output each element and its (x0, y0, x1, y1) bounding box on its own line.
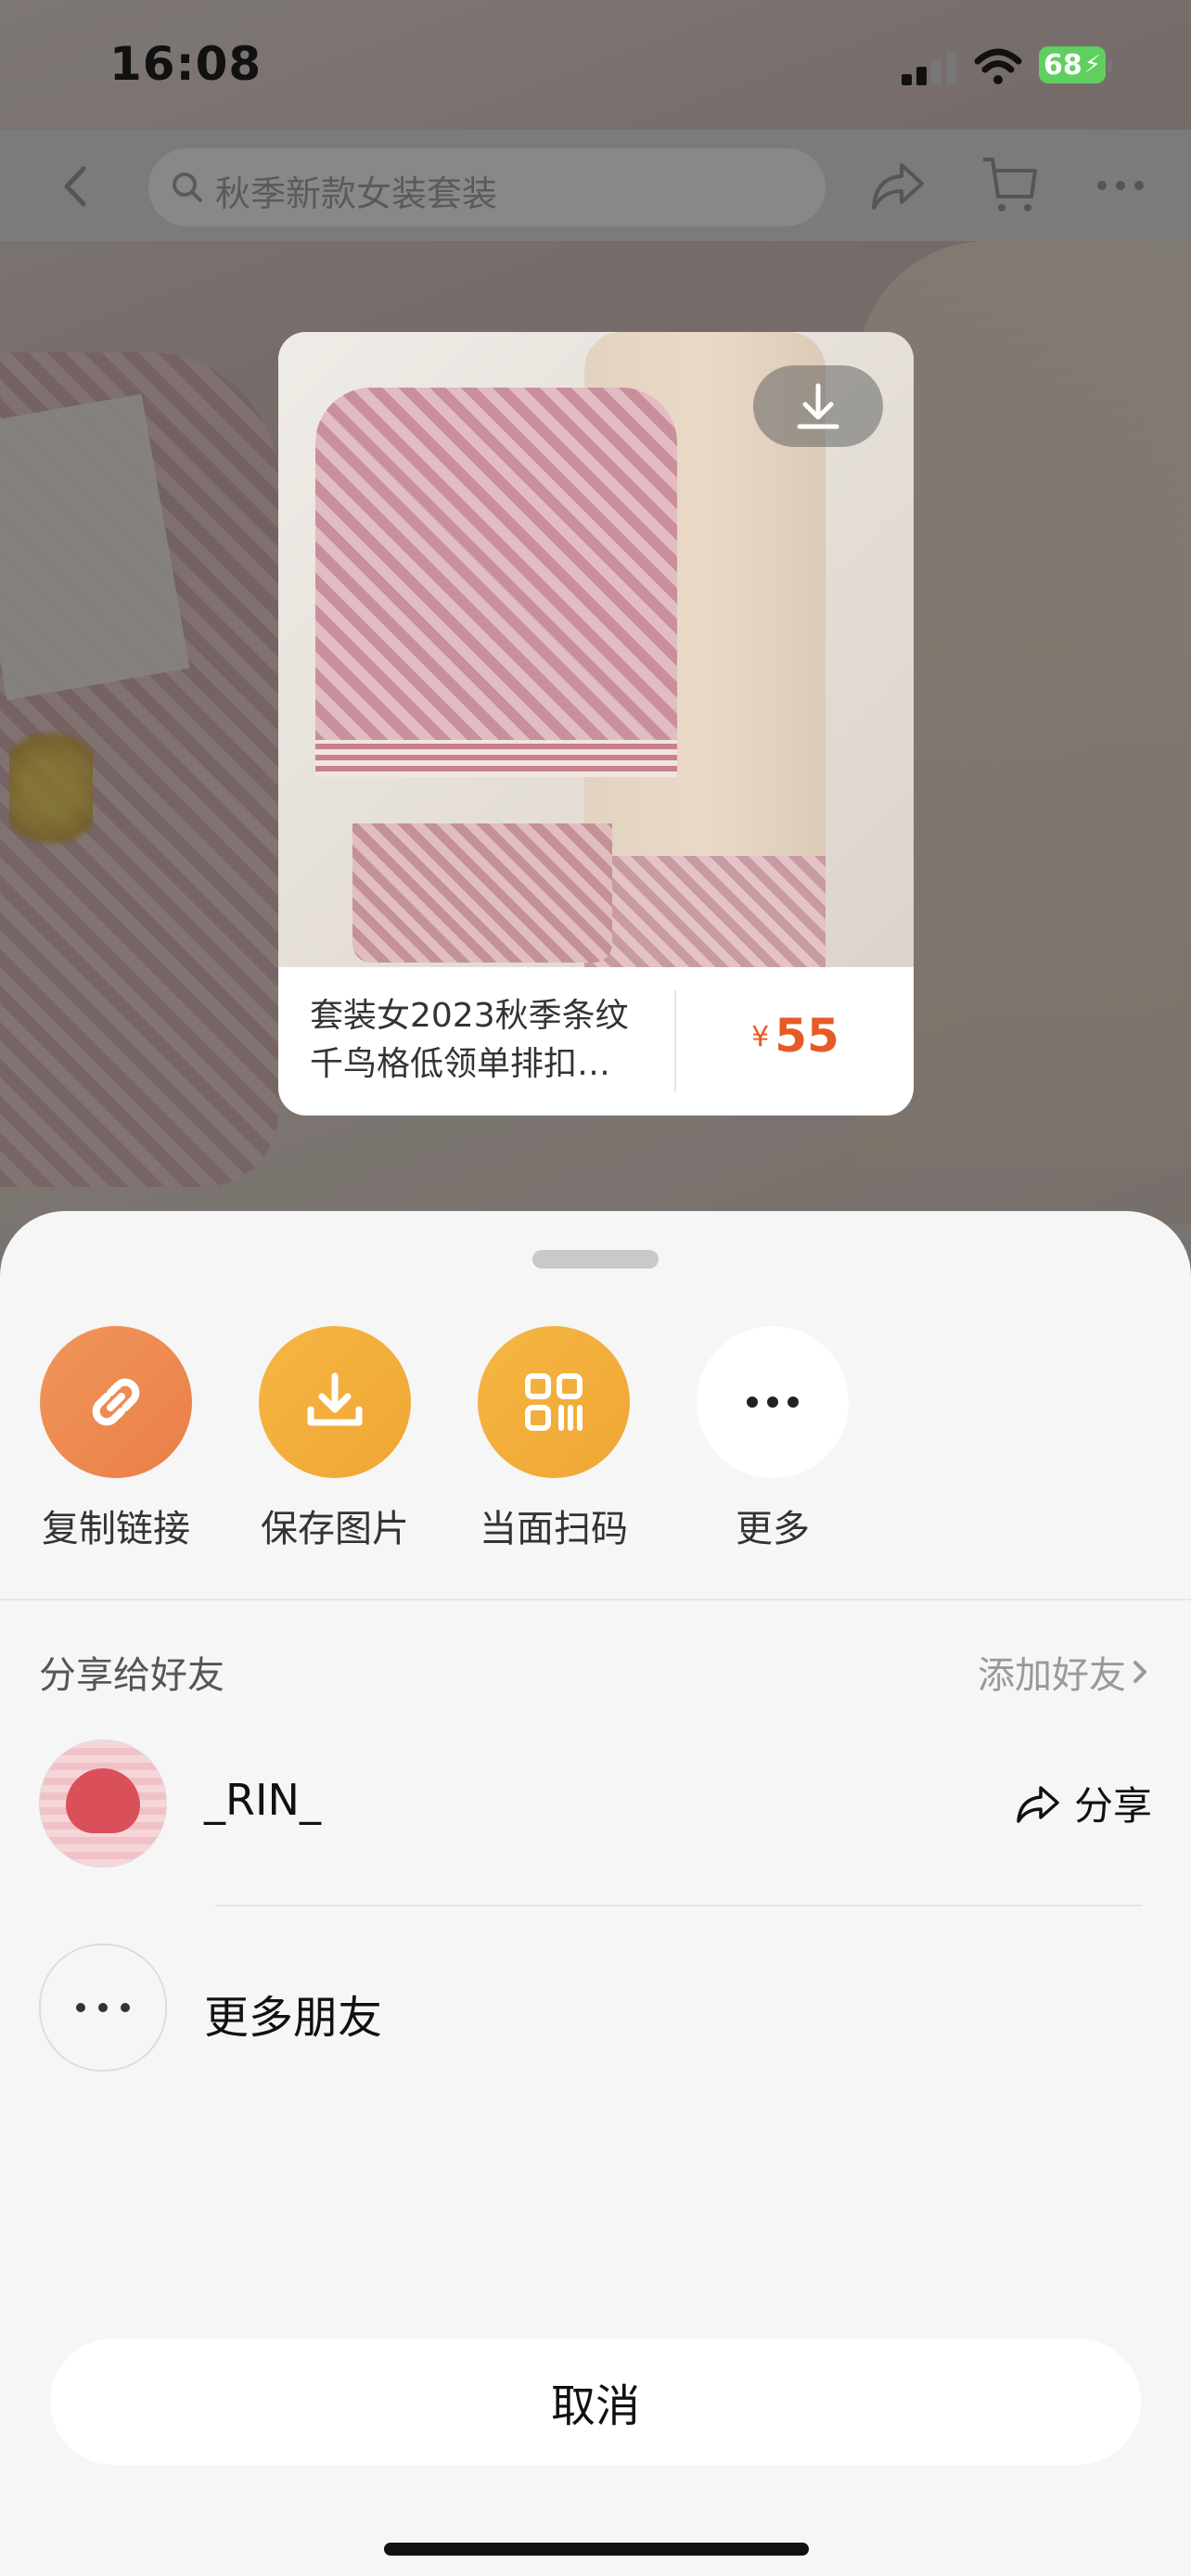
product-title: 套装女2023秋季条纹千鸟格低领单排扣针织开衫阔腿裤两件套 (310, 997, 629, 1083)
crab-logo (66, 1768, 140, 1833)
price-value: 55 (775, 1009, 839, 1063)
save-image-label: 保存图片 (261, 1508, 409, 1550)
friend-share-button[interactable]: 分享 (1015, 1775, 1152, 1831)
copy-link-label: 复制链接 (42, 1508, 190, 1550)
share-to-friends-heading: 分享给好友 (39, 1654, 224, 1697)
more-actions-label: 更多 (736, 1508, 810, 1550)
add-friend-link[interactable]: 添加好友 (978, 1645, 1154, 1699)
product-share-card[interactable]: 套装女2023秋季条纹千鸟格低领单排扣针织开衫阔腿裤两件套 ¥55 (278, 332, 914, 1116)
friend-share-label: 分享 (1073, 1783, 1152, 1829)
add-friend-label: 添加好友 (978, 1654, 1126, 1697)
copy-link-button[interactable]: 复制链接 (37, 1326, 195, 1567)
product-cardigan (315, 388, 677, 777)
home-indicator[interactable] (384, 2543, 809, 2556)
cart-icon[interactable] (980, 150, 1039, 217)
status-bar: 16:08 68 ⚡ (0, 0, 1191, 130)
search-icon (173, 172, 202, 202)
qr-code-icon (478, 1326, 630, 1478)
share-icon[interactable] (868, 156, 928, 215)
scan-code-button[interactable]: 当面扫码 (475, 1326, 633, 1567)
card-divider (674, 990, 676, 1092)
more-friends-label: 更多朋友 (204, 1992, 383, 2044)
pants-hem (584, 856, 826, 967)
product-hem-pattern (352, 823, 612, 963)
price-currency: ¥ (751, 1021, 770, 1053)
chevron-right-icon (1133, 1661, 1146, 1683)
search-bar[interactable]: 秋季新款女装套装 (148, 148, 826, 226)
more-friends-item[interactable]: 更多朋友 (39, 1944, 1152, 2073)
cancel-button[interactable]: 取消 (50, 2339, 1141, 2465)
scan-code-label: 当面扫码 (480, 1508, 628, 1550)
more-actions-button[interactable]: 更多 (694, 1326, 852, 1567)
top-navigation-bar: 秋季新款女装套装 (0, 130, 1191, 241)
link-icon (40, 1326, 192, 1478)
share-arrow-icon (1017, 1785, 1059, 1823)
friend-name: _RIN_ (204, 1775, 321, 1825)
more-options-icon[interactable] (1095, 167, 1146, 204)
more-dots-icon (697, 1326, 849, 1478)
back-arrow-icon[interactable] (56, 163, 96, 210)
save-download-icon (259, 1326, 411, 1478)
battery-level: 68 (1043, 48, 1082, 82)
sheet-drag-handle[interactable] (532, 1250, 659, 1269)
product-image (278, 332, 914, 967)
section-divider (0, 1599, 1191, 1600)
friend-list-item[interactable]: _RIN_ 分享 (39, 1740, 1152, 1869)
cellular-signal-icon (902, 52, 957, 85)
save-image-action-button[interactable]: 保存图片 (256, 1326, 414, 1567)
status-time: 16:08 (109, 37, 263, 91)
share-bottom-sheet: 复制链接 保存图片 当面扫码 更多 分享给好友 添加好友 _RIN_ 分享 更多… (0, 1211, 1191, 2576)
battery-icon: 68 ⚡ (1039, 46, 1112, 83)
friend-avatar (39, 1740, 167, 1868)
download-icon (797, 383, 839, 429)
wifi-icon (974, 48, 1022, 84)
more-friends-icon (39, 1944, 167, 2072)
save-image-button[interactable] (753, 365, 883, 447)
cardigan-stripe (315, 740, 677, 777)
friend-row-divider (215, 1905, 1143, 1906)
charging-icon: ⚡ (1083, 51, 1101, 79)
product-price: ¥55 (677, 1009, 914, 1063)
search-placeholder: 秋季新款女装套装 (215, 173, 498, 214)
